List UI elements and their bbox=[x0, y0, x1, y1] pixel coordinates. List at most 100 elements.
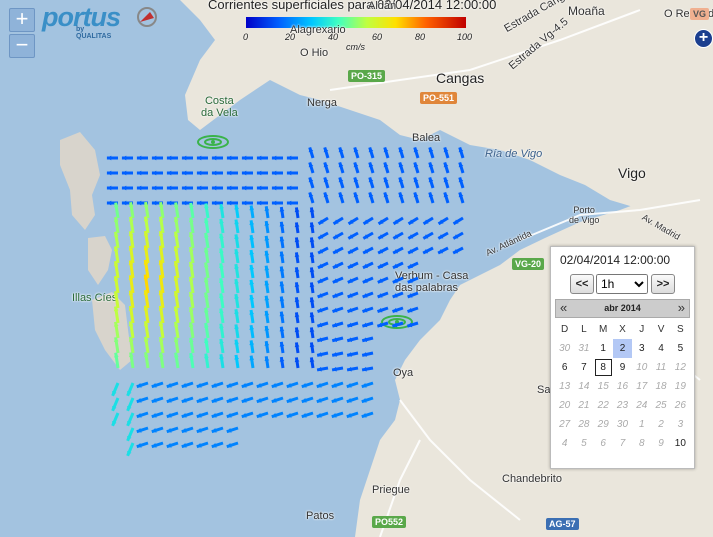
current-arrow bbox=[219, 308, 225, 324]
current-arrow bbox=[452, 216, 464, 226]
calendar-day[interactable]: 26 bbox=[671, 396, 690, 415]
current-arrow bbox=[377, 276, 389, 284]
current-arrow bbox=[264, 295, 270, 309]
current-arrow bbox=[189, 202, 195, 219]
current-arrow bbox=[158, 201, 165, 219]
calendar-day[interactable]: 4 bbox=[555, 434, 574, 453]
current-arrow bbox=[241, 411, 254, 419]
calendar-day[interactable]: 13 bbox=[555, 377, 574, 396]
current-arrow bbox=[158, 216, 165, 234]
calendar-day[interactable]: 21 bbox=[574, 396, 593, 415]
weekday-header: S bbox=[677, 324, 684, 335]
calendar-day[interactable]: 30 bbox=[555, 339, 574, 358]
prev-step-button[interactable]: << bbox=[570, 274, 594, 294]
calendar-day[interactable]: 10 bbox=[671, 434, 690, 453]
current-arrow bbox=[166, 381, 179, 389]
current-arrow bbox=[443, 191, 450, 204]
current-arrow bbox=[121, 170, 133, 176]
current-arrow bbox=[188, 276, 195, 294]
current-arrow bbox=[309, 342, 315, 354]
calendar-day[interactable]: 25 bbox=[651, 396, 670, 415]
calendar-day[interactable]: 29 bbox=[594, 415, 613, 434]
current-arrow bbox=[346, 366, 359, 372]
calendar-day[interactable]: 5 bbox=[671, 339, 690, 358]
calendar-day[interactable]: 31 bbox=[574, 339, 593, 358]
calendar-day[interactable]: 30 bbox=[613, 415, 632, 434]
calendar-day[interactable]: 7 bbox=[574, 358, 593, 377]
current-arrow bbox=[443, 161, 450, 174]
calendar-day[interactable]: 15 bbox=[594, 377, 613, 396]
calendar-day[interactable]: 19 bbox=[671, 377, 690, 396]
current-arrow bbox=[143, 352, 150, 369]
calendar-day[interactable]: 10 bbox=[632, 358, 651, 377]
current-arrow bbox=[203, 232, 210, 249]
current-arrow bbox=[249, 294, 255, 309]
calendar-day[interactable]: 4 bbox=[651, 339, 670, 358]
current-arrow bbox=[151, 426, 164, 434]
calendar-day[interactable]: 27 bbox=[555, 415, 574, 434]
calendar-day[interactable]: 6 bbox=[594, 434, 613, 453]
calendar-next-month[interactable]: » bbox=[678, 300, 685, 315]
current-arrow bbox=[241, 170, 253, 176]
weekday-header: V bbox=[657, 324, 665, 335]
current-arrow bbox=[279, 296, 285, 309]
current-arrow bbox=[406, 321, 419, 328]
calendar-day[interactable]: 3 bbox=[671, 415, 690, 434]
calendar-day[interactable]: 17 bbox=[632, 377, 651, 396]
calendar-day[interactable]: 6 bbox=[555, 358, 574, 377]
current-arrow bbox=[279, 326, 285, 339]
current-arrow bbox=[362, 231, 374, 240]
calendar-day[interactable]: 22 bbox=[594, 396, 613, 415]
calendar-day[interactable]: 16 bbox=[613, 377, 632, 396]
calendar-day[interactable]: 1 bbox=[632, 415, 651, 434]
calendar-day[interactable]: 18 bbox=[651, 377, 670, 396]
current-arrow bbox=[203, 307, 210, 324]
current-arrow bbox=[279, 311, 285, 324]
calendar-day[interactable]: 5 bbox=[574, 434, 593, 453]
calendar-day[interactable]: 1 bbox=[594, 339, 613, 358]
calendar-day[interactable]: 28 bbox=[574, 415, 593, 434]
calendar-day[interactable]: 14 bbox=[574, 377, 593, 396]
current-arrow bbox=[301, 396, 314, 404]
current-arrow bbox=[346, 381, 359, 389]
calendar-day[interactable]: 9 bbox=[613, 358, 632, 377]
current-arrow bbox=[113, 231, 120, 249]
calendar-day[interactable]: 8 bbox=[632, 434, 651, 453]
calendar-day[interactable]: 8 bbox=[594, 358, 613, 377]
current-arrow bbox=[249, 309, 255, 324]
current-arrow bbox=[158, 336, 165, 354]
current-arrow bbox=[346, 321, 359, 328]
next-step-button[interactable]: >> bbox=[651, 274, 675, 294]
current-arrow bbox=[234, 278, 240, 294]
current-arrow bbox=[316, 411, 329, 419]
current-arrow bbox=[126, 382, 135, 397]
current-arrow bbox=[113, 202, 120, 219]
step-select[interactable]: 1h bbox=[596, 274, 648, 294]
calendar-day[interactable]: 7 bbox=[613, 434, 632, 453]
current-arrow bbox=[317, 306, 329, 313]
calendar-day[interactable]: 2 bbox=[612, 339, 633, 358]
current-arrow bbox=[347, 216, 359, 226]
calendar-day[interactable]: 9 bbox=[651, 434, 670, 453]
current-arrow bbox=[316, 366, 329, 372]
current-arrow bbox=[264, 340, 270, 354]
current-arrow bbox=[126, 442, 135, 457]
current-arrow bbox=[377, 246, 389, 255]
current-arrow bbox=[294, 312, 300, 324]
calendar-day[interactable]: 11 bbox=[651, 358, 670, 377]
current-arrow bbox=[452, 231, 464, 240]
calendar-day[interactable]: 12 bbox=[671, 358, 690, 377]
calendar-day[interactable]: 3 bbox=[632, 339, 651, 358]
calendar-day[interactable]: 20 bbox=[555, 396, 574, 415]
current-arrow bbox=[226, 200, 238, 206]
current-arrow bbox=[279, 266, 285, 279]
current-arrow bbox=[294, 207, 300, 219]
current-arrow bbox=[332, 261, 344, 270]
calendar-day[interactable]: 24 bbox=[632, 396, 651, 415]
current-arrow bbox=[279, 281, 285, 294]
current-arrow bbox=[309, 282, 315, 294]
current-arrow bbox=[331, 396, 344, 404]
current-arrow bbox=[143, 305, 150, 324]
calendar-day[interactable]: 23 bbox=[613, 396, 632, 415]
calendar-day[interactable]: 2 bbox=[651, 415, 670, 434]
